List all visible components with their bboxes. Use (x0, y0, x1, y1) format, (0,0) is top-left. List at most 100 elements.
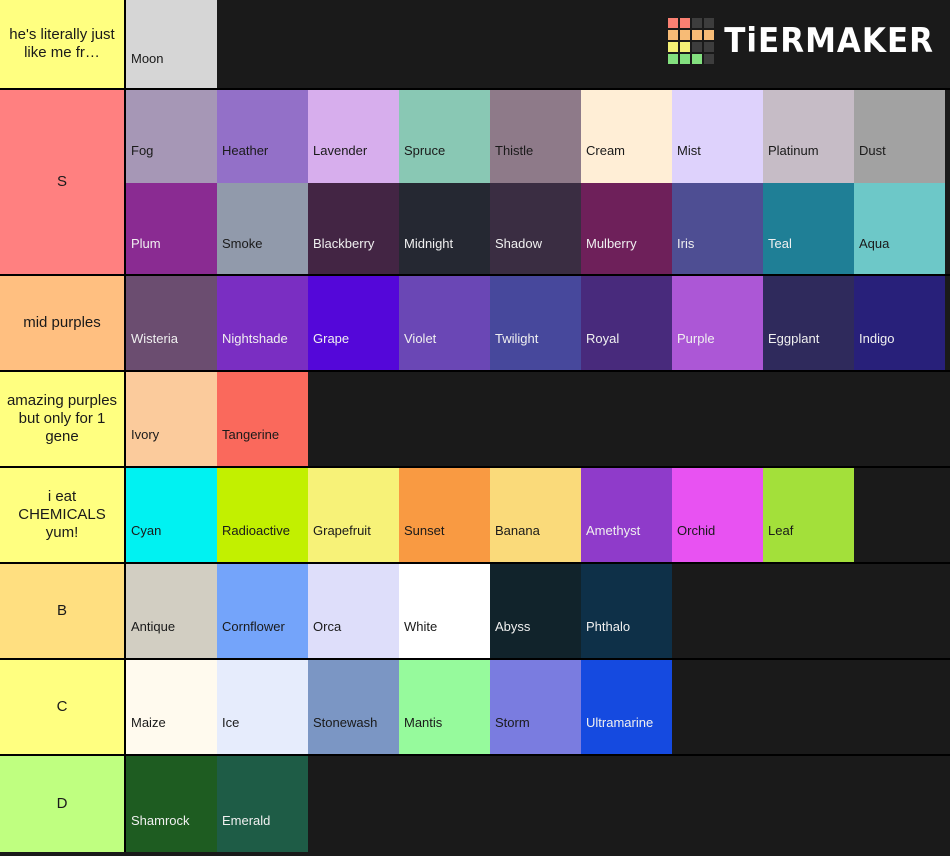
tier-item-label: White (404, 619, 438, 634)
tier-item[interactable]: Leaf (763, 468, 854, 562)
tier-item-label: Antique (131, 619, 176, 634)
tier-item[interactable]: Thistle (490, 90, 581, 183)
tier-item[interactable]: Storm (490, 660, 581, 754)
tier-item[interactable]: Fog (126, 90, 217, 183)
tier-label[interactable]: amazing purples but only for 1 gene (0, 372, 126, 466)
tier-item[interactable]: Radioactive (217, 468, 308, 562)
tier-item-label: Mist (677, 143, 701, 158)
tier-item[interactable]: Indigo (854, 276, 945, 370)
tier-item-label: Wisteria (131, 331, 178, 346)
tier-item[interactable]: Plum (126, 183, 217, 274)
tier-item-label: Ivory (131, 427, 160, 442)
tier-item[interactable]: Maize (126, 660, 217, 754)
tier-items: Cyan Radioactive Grapefruit Sunset Banana Ame… (126, 468, 950, 562)
tier-item[interactable]: Mist (672, 90, 763, 183)
tier-item[interactable]: Lavender (308, 90, 399, 183)
tier-item-label: Cornflower (222, 619, 285, 634)
tier-label[interactable]: he's literally just like me fr… (0, 0, 126, 88)
tier-item-label: Thistle (495, 143, 534, 158)
tier-item[interactable]: Banana (490, 468, 581, 562)
tier-label[interactable]: S (0, 90, 126, 274)
tier-item[interactable]: Grapefruit (308, 468, 399, 562)
tier-item-label: Nightshade (222, 331, 288, 346)
tier-item[interactable]: Amethyst (581, 468, 672, 562)
tier-item[interactable]: Cornflower (217, 564, 308, 658)
tier-item-label: Shamrock (131, 813, 190, 828)
tier-item[interactable]: Mantis (399, 660, 490, 754)
tier-item[interactable]: Wisteria (126, 276, 217, 370)
tier-item-label: Iris (677, 236, 695, 251)
tier-item[interactable]: Grape (308, 276, 399, 370)
tier-item-label: Shadow (495, 236, 542, 251)
tier-item-label: Phthalo (586, 619, 631, 634)
tier-item[interactable]: Iris (672, 183, 763, 274)
tier-label[interactable]: B (0, 564, 126, 658)
tier-item-label: Plum (131, 236, 161, 251)
tier-item[interactable]: Purple (672, 276, 763, 370)
tier-item[interactable]: Aqua (854, 183, 945, 274)
tier-row: B Antique Cornflower Orca White Abyss Phthalo (0, 564, 950, 660)
tier-item[interactable]: Antique (126, 564, 217, 658)
tier-item[interactable]: Sunset (399, 468, 490, 562)
tier-label[interactable]: i eat CHEMICALS yum! (0, 468, 126, 562)
tier-item-label: Maize (131, 715, 166, 730)
tier-items: Wisteria Nightshade Grape Violet Twilight Roy… (126, 276, 950, 370)
tier-item-label: Platinum (768, 143, 819, 158)
tier-item[interactable]: Orca (308, 564, 399, 658)
tier-row: i eat CHEMICALS yum! Cyan Radioactive Grape… (0, 468, 950, 564)
tier-item[interactable]: Stonewash (308, 660, 399, 754)
tier-label[interactable]: mid purples (0, 276, 126, 370)
tier-item[interactable]: Eggplant (763, 276, 854, 370)
tier-item[interactable]: Shamrock (126, 756, 217, 852)
tier-item[interactable]: White (399, 564, 490, 658)
tier-item-label: Teal (768, 236, 792, 251)
tier-item[interactable]: Moon (126, 0, 217, 88)
tier-item[interactable]: Platinum (763, 90, 854, 183)
tier-item[interactable]: Shadow (490, 183, 581, 274)
tier-label[interactable]: C (0, 660, 126, 754)
tier-item[interactable]: Mulberry (581, 183, 672, 274)
tier-item[interactable]: Twilight (490, 276, 581, 370)
tier-item-label: Spruce (404, 143, 446, 158)
tier-item[interactable]: Midnight (399, 183, 490, 274)
tier-item-label: Midnight (404, 236, 454, 251)
tier-item-label: Fog (131, 143, 154, 158)
tier-item[interactable]: Heather (217, 90, 308, 183)
tier-items: Ivory Tangerine (126, 372, 950, 466)
tier-item[interactable]: Orchid (672, 468, 763, 562)
tier-item-label: Violet (404, 331, 437, 346)
tier-item[interactable]: Ice (217, 660, 308, 754)
tier-item-label: Banana (495, 523, 540, 538)
tier-row: he's literally just like me fr… Moon (0, 0, 950, 90)
tier-item[interactable]: Royal (581, 276, 672, 370)
tier-item-label: Eggplant (768, 331, 820, 346)
tier-items: Moon (126, 0, 950, 88)
tier-label[interactable]: D (0, 756, 126, 852)
tier-item[interactable]: Spruce (399, 90, 490, 183)
tier-item[interactable]: Cyan (126, 468, 217, 562)
tier-item-label: Aqua (859, 236, 890, 251)
tier-item[interactable]: Violet (399, 276, 490, 370)
tier-item-label: Ultramarine (586, 715, 654, 730)
tier-items: Fog Heather Lavender Spruce Thistle Cream Mist… (126, 90, 950, 274)
tier-item[interactable]: Teal (763, 183, 854, 274)
tier-item[interactable]: Ultramarine (581, 660, 672, 754)
tier-item-label: Emerald (222, 813, 271, 828)
tier-item-label: Heather (222, 143, 269, 158)
tier-item-label: Cream (586, 143, 626, 158)
tier-item[interactable]: Dust (854, 90, 945, 183)
tier-item-label: Orca (313, 619, 342, 634)
tier-items: Antique Cornflower Orca White Abyss Phthalo (126, 564, 950, 658)
tier-item[interactable]: Emerald (217, 756, 308, 852)
tier-item[interactable]: Cream (581, 90, 672, 183)
tier-item-label: Sunset (404, 523, 445, 538)
tier-item[interactable]: Tangerine (217, 372, 308, 466)
tier-items: Maize Ice Stonewash Mantis Storm Ultramarine (126, 660, 950, 754)
tier-item[interactable]: Abyss (490, 564, 581, 658)
tier-item[interactable]: Smoke (217, 183, 308, 274)
tier-item[interactable]: Blackberry (308, 183, 399, 274)
tier-item[interactable]: Phthalo (581, 564, 672, 658)
tier-item[interactable]: Ivory (126, 372, 217, 466)
tier-item[interactable]: Nightshade (217, 276, 308, 370)
tier-item-label: Indigo (859, 331, 895, 346)
